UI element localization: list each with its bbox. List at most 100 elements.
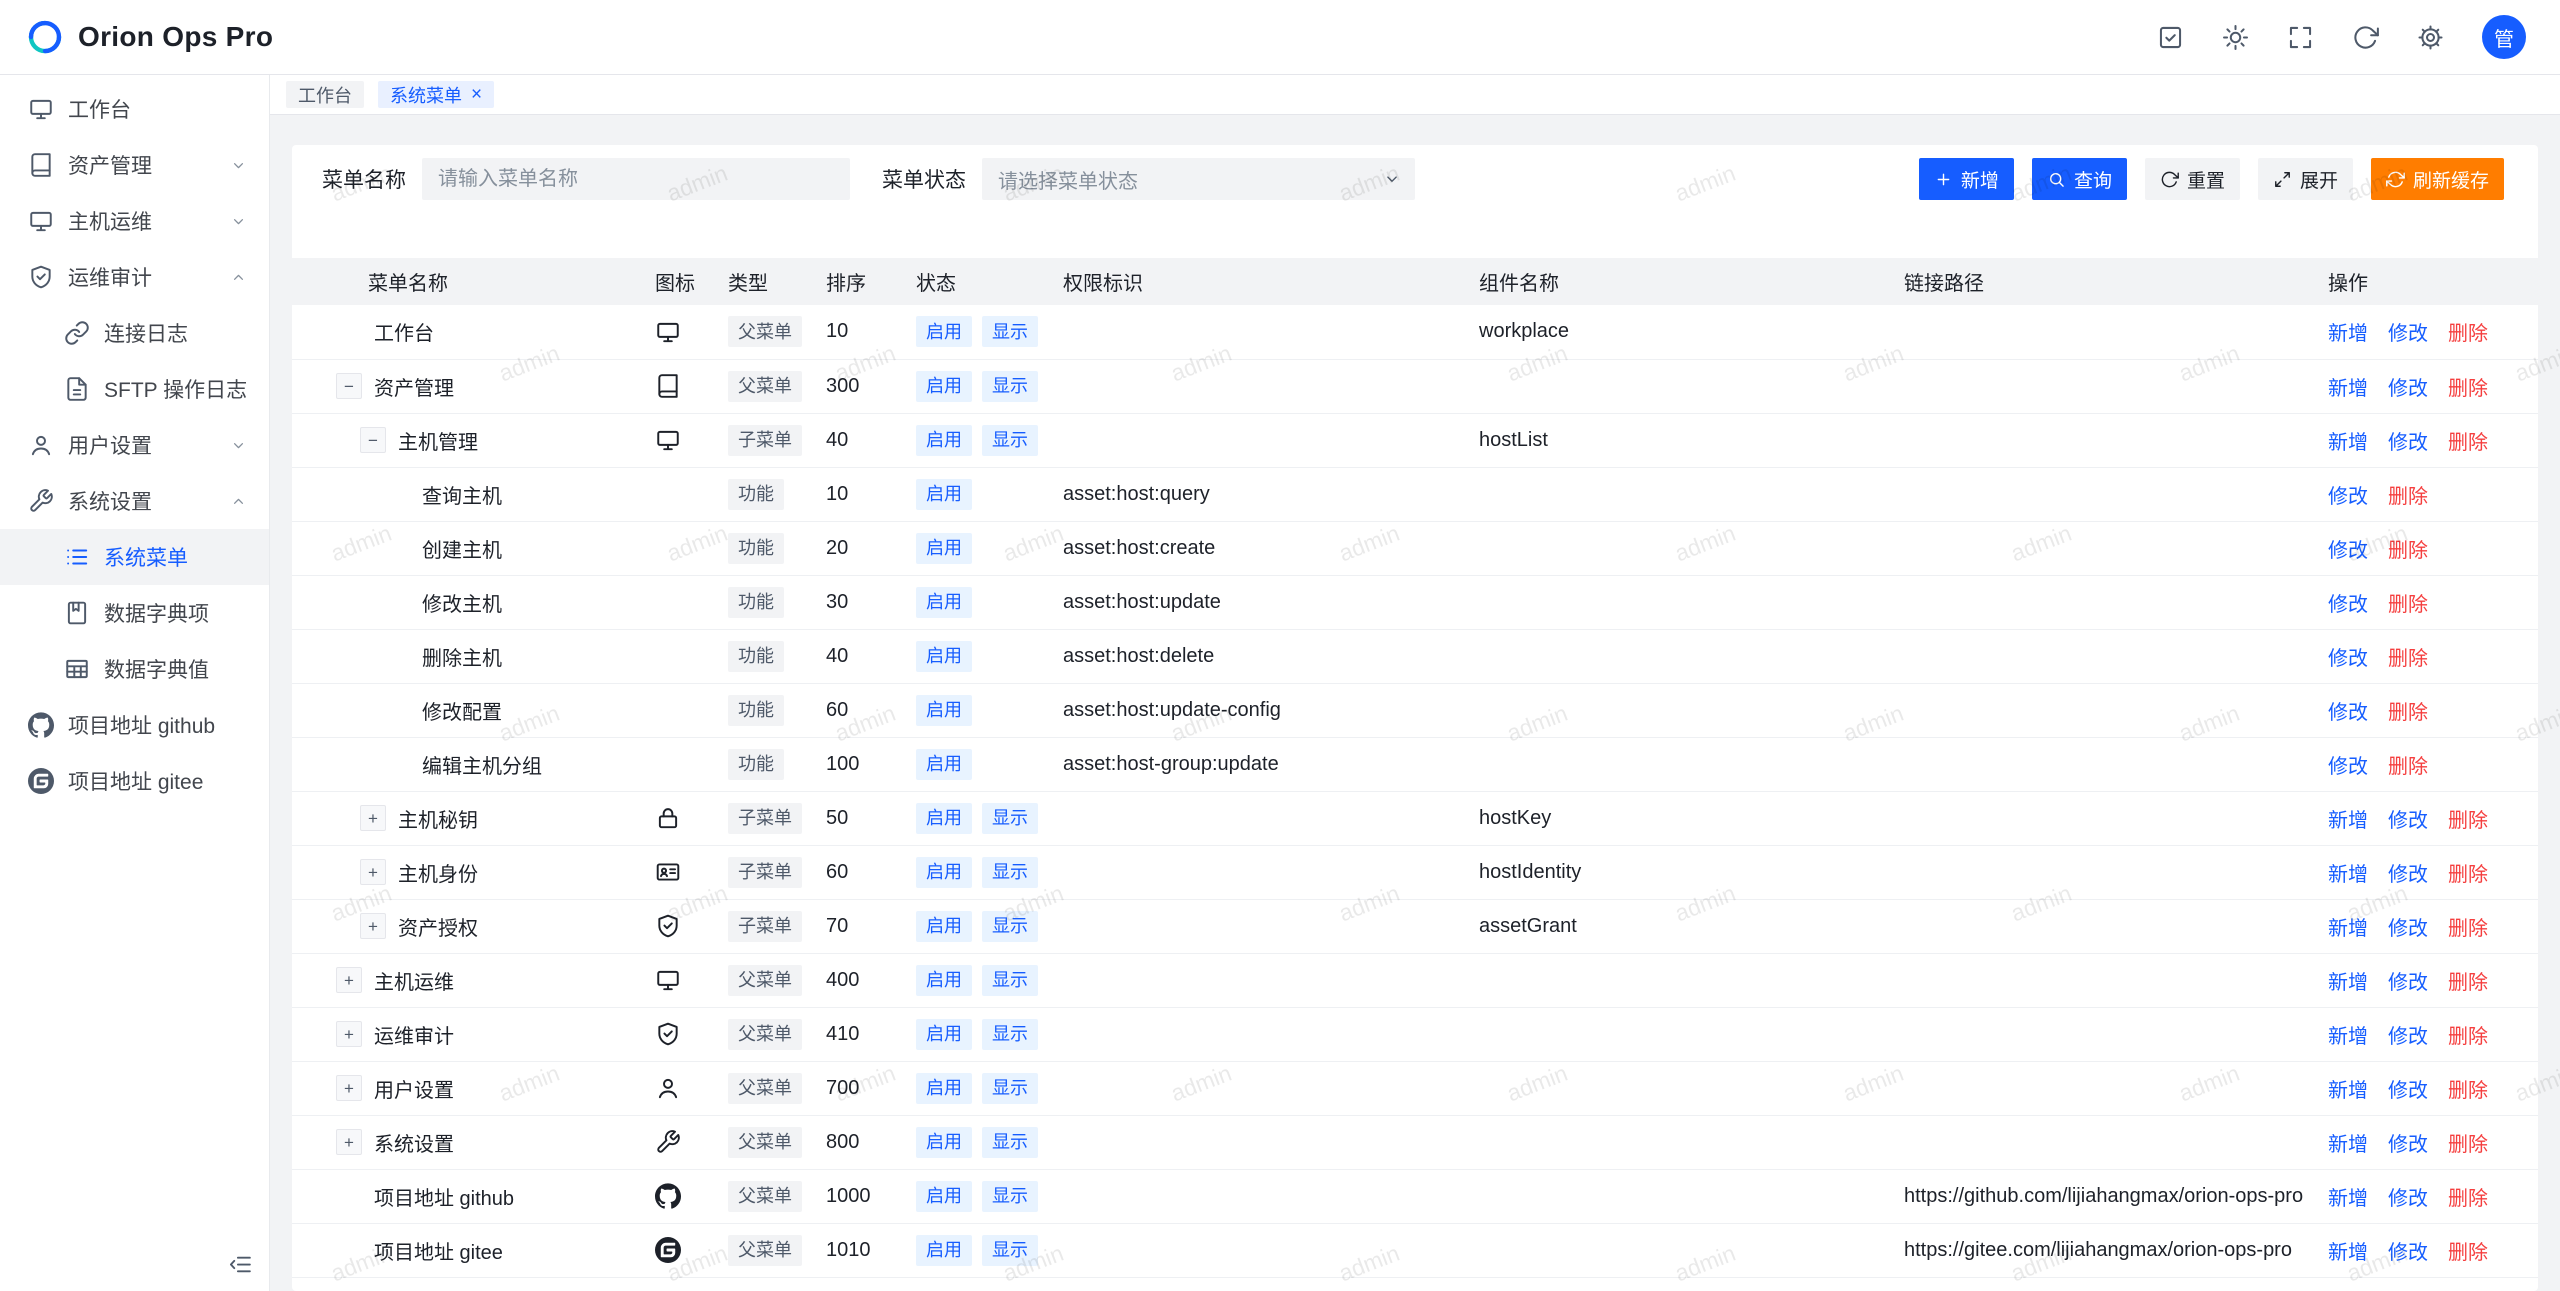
- settings-gear-icon[interactable]: [2417, 24, 2444, 51]
- row-edit-link[interactable]: 修改: [2388, 864, 2428, 886]
- row-edit-link[interactable]: 修改: [2328, 702, 2368, 724]
- fullscreen-icon[interactable]: [2287, 24, 2314, 51]
- row-delete-link[interactable]: 删除: [2448, 432, 2488, 454]
- row-delete-link[interactable]: 删除: [2388, 594, 2428, 616]
- user-avatar[interactable]: 管: [2482, 15, 2526, 59]
- menu-status-label: 菜单状态: [882, 164, 966, 194]
- sidebar-item[interactable]: SFTP 操作日志: [0, 361, 269, 417]
- menu-name: 主机运维: [374, 966, 454, 995]
- refresh-cache-button[interactable]: 刷新缓存: [2371, 158, 2504, 200]
- sidebar-item[interactable]: 连接日志: [0, 305, 269, 361]
- query-button[interactable]: 查询: [2032, 158, 2127, 200]
- row-delete-link[interactable]: 删除: [2448, 1080, 2488, 1102]
- theme-sun-icon[interactable]: [2222, 24, 2249, 51]
- row-delete-link[interactable]: 删除: [2448, 323, 2488, 345]
- menu-name: 创建主机: [422, 534, 502, 563]
- row-add-link[interactable]: 新增: [2328, 1080, 2368, 1102]
- sidebar-collapse-icon[interactable]: [228, 1252, 253, 1277]
- row-add-link[interactable]: 新增: [2328, 918, 2368, 940]
- sort-value: 10: [826, 483, 848, 505]
- row-delete-link[interactable]: 删除: [2448, 972, 2488, 994]
- row-edit-link[interactable]: 修改: [2388, 323, 2428, 345]
- menu-name: 主机管理: [398, 426, 478, 455]
- sidebar-item[interactable]: 项目地址 gitee: [0, 753, 269, 809]
- expand-toggle[interactable]: +: [336, 967, 362, 993]
- row-delete-link[interactable]: 删除: [2388, 702, 2428, 724]
- row-add-link[interactable]: 新增: [2328, 972, 2368, 994]
- row-add-link[interactable]: 新增: [2328, 864, 2368, 886]
- row-edit-link[interactable]: 修改: [2388, 1134, 2428, 1156]
- expand-toggle[interactable]: +: [360, 859, 386, 885]
- sort-value: 800: [826, 1131, 859, 1153]
- monitor-icon: [28, 208, 54, 234]
- status-tag: 启用: [916, 316, 972, 347]
- row-edit-link[interactable]: 修改: [2388, 1026, 2428, 1048]
- row-edit-link[interactable]: 修改: [2328, 648, 2368, 670]
- row-edit-link[interactable]: 修改: [2328, 756, 2368, 778]
- row-edit-link[interactable]: 修改: [2328, 486, 2368, 508]
- close-icon[interactable]: ×: [471, 85, 482, 104]
- menu-status-select[interactable]: 请选择菜单状态: [982, 158, 1415, 200]
- reset-button[interactable]: 重置: [2145, 158, 2240, 200]
- row-edit-link[interactable]: 修改: [2328, 594, 2368, 616]
- row-edit-link[interactable]: 修改: [2388, 972, 2428, 994]
- row-delete-link[interactable]: 删除: [2448, 378, 2488, 400]
- row-add-link[interactable]: 新增: [2328, 1242, 2368, 1264]
- sidebar-item[interactable]: 系统菜单: [0, 529, 269, 585]
- sidebar-item[interactable]: 项目地址 github: [0, 697, 269, 753]
- row-edit-link[interactable]: 修改: [2388, 1242, 2428, 1264]
- row-delete-link[interactable]: 删除: [2388, 540, 2428, 562]
- check-square-icon[interactable]: [2157, 24, 2184, 51]
- tab-工作台[interactable]: 工作台: [286, 81, 364, 108]
- expand-toggle[interactable]: +: [336, 1075, 362, 1101]
- row-delete-link[interactable]: 删除: [2448, 1242, 2488, 1264]
- sidebar-item[interactable]: 用户设置: [0, 417, 269, 473]
- row-edit-link[interactable]: 修改: [2388, 432, 2428, 454]
- row-delete-link[interactable]: 删除: [2448, 918, 2488, 940]
- expand-toggle[interactable]: +: [336, 1129, 362, 1155]
- row-edit-link[interactable]: 修改: [2388, 378, 2428, 400]
- sidebar-item[interactable]: 数据字典项: [0, 585, 269, 641]
- lock-icon: [655, 805, 681, 831]
- row-delete-link[interactable]: 删除: [2448, 1026, 2488, 1048]
- row-add-link[interactable]: 新增: [2328, 323, 2368, 345]
- row-delete-link[interactable]: 删除: [2388, 648, 2428, 670]
- tab-系统菜单[interactable]: 系统菜单×: [378, 81, 494, 108]
- row-edit-link[interactable]: 修改: [2388, 1188, 2428, 1210]
- sidebar-item[interactable]: 资产管理: [0, 137, 269, 193]
- sidebar-item[interactable]: 主机运维: [0, 193, 269, 249]
- row-edit-link[interactable]: 修改: [2328, 540, 2368, 562]
- expand-toggle[interactable]: +: [360, 913, 386, 939]
- row-edit-link[interactable]: 修改: [2388, 1080, 2428, 1102]
- expand-toggle[interactable]: +: [336, 1021, 362, 1047]
- refresh-icon[interactable]: [2352, 24, 2379, 51]
- table-row: +主机身份子菜单60启用显示hostIdentity新增修改删除: [292, 845, 2538, 899]
- row-add-link[interactable]: 新增: [2328, 810, 2368, 832]
- row-delete-link[interactable]: 删除: [2448, 864, 2488, 886]
- sidebar-item[interactable]: 运维审计: [0, 249, 269, 305]
- row-delete-link[interactable]: 删除: [2448, 1188, 2488, 1210]
- type-tag: 父菜单: [728, 1127, 802, 1158]
- row-delete-link[interactable]: 删除: [2448, 1134, 2488, 1156]
- row-edit-link[interactable]: 修改: [2388, 918, 2428, 940]
- expand-button[interactable]: 展开: [2258, 158, 2353, 200]
- collapse-toggle[interactable]: −: [360, 427, 386, 453]
- row-add-link[interactable]: 新增: [2328, 1026, 2368, 1048]
- sidebar-item[interactable]: 数据字典值: [0, 641, 269, 697]
- brand[interactable]: Orion Ops Pro: [24, 16, 273, 58]
- collapse-toggle[interactable]: −: [336, 373, 362, 399]
- sidebar-item[interactable]: 系统设置: [0, 473, 269, 529]
- row-edit-link[interactable]: 修改: [2388, 810, 2428, 832]
- row-delete-link[interactable]: 删除: [2388, 756, 2428, 778]
- row-add-link[interactable]: 新增: [2328, 1134, 2368, 1156]
- row-add-link[interactable]: 新增: [2328, 432, 2368, 454]
- row-add-link[interactable]: 新增: [2328, 1188, 2368, 1210]
- row-add-link[interactable]: 新增: [2328, 378, 2368, 400]
- table-row: +资产授权子菜单70启用显示assetGrant新增修改删除: [292, 899, 2538, 953]
- menu-name-input[interactable]: [422, 158, 850, 200]
- expand-toggle[interactable]: +: [360, 805, 386, 831]
- add-button[interactable]: 新增: [1919, 158, 2014, 200]
- sidebar-item[interactable]: 工作台: [0, 81, 269, 137]
- row-delete-link[interactable]: 删除: [2448, 810, 2488, 832]
- row-delete-link[interactable]: 删除: [2388, 486, 2428, 508]
